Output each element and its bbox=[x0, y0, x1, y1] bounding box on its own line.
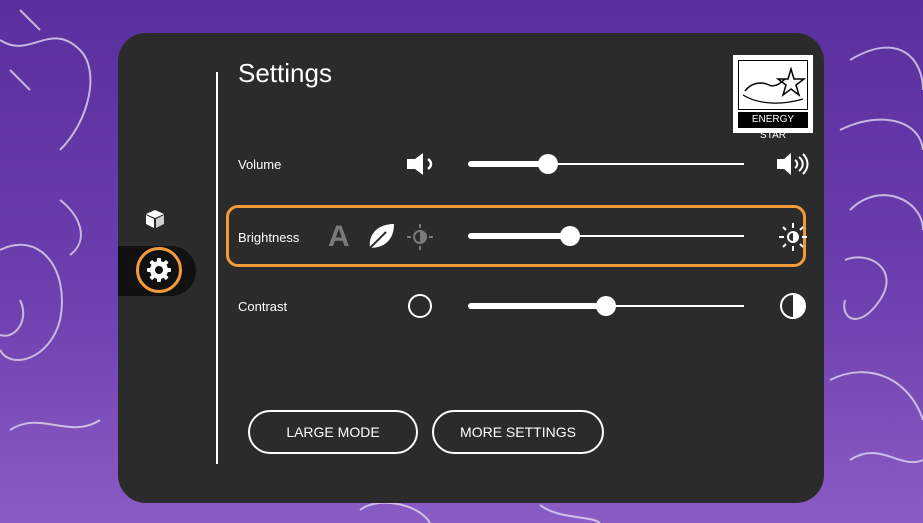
contrast-high-icon bbox=[780, 293, 806, 319]
star-icon bbox=[742, 66, 807, 104]
energy-star-logo: ENERGY STAR bbox=[733, 55, 813, 141]
speaker-high-icon bbox=[777, 153, 809, 175]
energy-star-label: ENERGY STAR bbox=[738, 112, 808, 141]
bright-brightness-icon bbox=[779, 223, 807, 251]
volume-fill bbox=[468, 161, 549, 167]
auto-brightness-icon[interactable]: A bbox=[328, 220, 350, 254]
contrast-fill bbox=[468, 303, 606, 309]
page-title: Settings bbox=[238, 58, 332, 88]
volume-slider-thumb[interactable] bbox=[538, 154, 559, 174]
leaf-icon[interactable] bbox=[366, 222, 396, 250]
brightness-label: Brightness bbox=[238, 230, 300, 245]
volume-label: Volume bbox=[238, 157, 282, 172]
cube-icon[interactable] bbox=[144, 208, 166, 230]
contrast-label: Contrast bbox=[238, 299, 288, 314]
brightness-fill bbox=[468, 233, 571, 239]
gear-selected-ring bbox=[136, 247, 182, 293]
brightness-slider-thumb[interactable] bbox=[560, 226, 581, 246]
dim-brightness-icon[interactable] bbox=[406, 223, 434, 251]
large-mode-button[interactable]: LARGE MODE bbox=[248, 410, 418, 454]
contrast-low-icon bbox=[408, 294, 432, 318]
speaker-low-icon bbox=[407, 153, 433, 175]
more-settings-button[interactable]: MORE SETTINGS bbox=[432, 410, 604, 454]
contrast-slider-thumb[interactable] bbox=[596, 296, 616, 316]
divider bbox=[216, 72, 218, 464]
